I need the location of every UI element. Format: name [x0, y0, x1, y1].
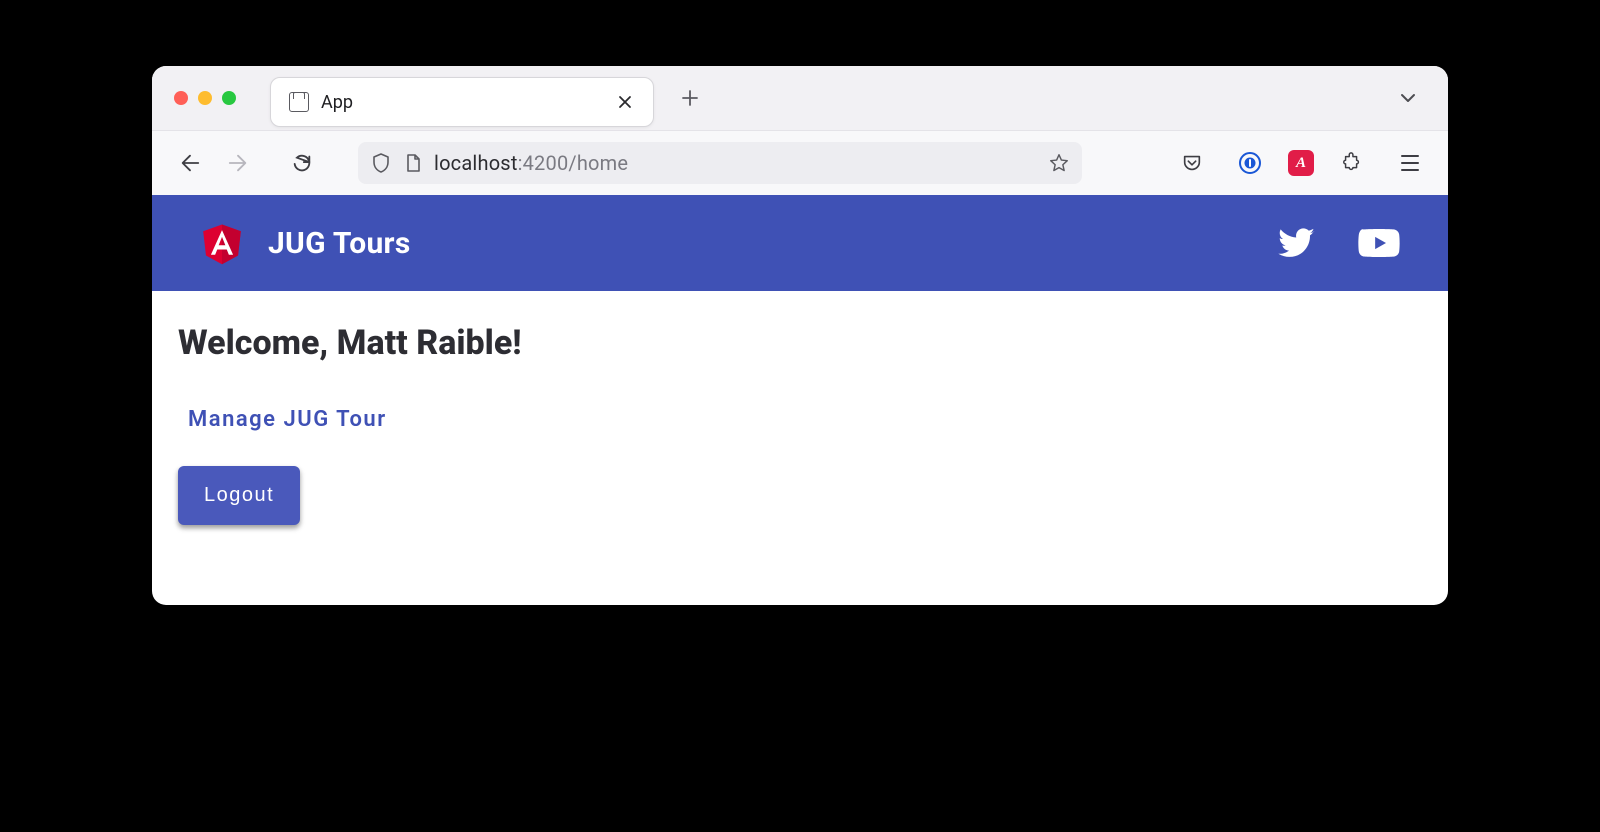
youtube-icon [1358, 228, 1400, 258]
tab-close-button[interactable] [611, 90, 639, 114]
new-tab-button[interactable] [670, 78, 710, 118]
browser-toolbar: localhost:4200/home [152, 130, 1448, 195]
logout-button[interactable]: Logout [178, 466, 300, 525]
url-bar[interactable]: localhost:4200/home [358, 142, 1082, 184]
close-icon [617, 94, 633, 110]
nav-reload-button[interactable] [282, 143, 322, 183]
onepassword-button[interactable] [1230, 143, 1270, 183]
browser-window: App [152, 66, 1448, 605]
window-controls [174, 91, 236, 105]
app-menu-button[interactable] [1390, 143, 1430, 183]
manage-jug-tour-link[interactable]: Manage JUG Tour [188, 407, 387, 432]
toolbar-right-icons: A [1172, 143, 1430, 183]
youtube-link[interactable] [1358, 228, 1400, 258]
window-minimize-button[interactable] [198, 91, 212, 105]
angular-devtools-icon: A [1296, 155, 1306, 172]
browser-tabstrip: App [152, 66, 1448, 130]
nav-back-button[interactable] [170, 143, 210, 183]
extensions-button[interactable] [1332, 143, 1372, 183]
bookmark-button[interactable] [1048, 152, 1070, 174]
angular-devtools-button[interactable]: A [1288, 150, 1314, 176]
twitter-icon [1278, 224, 1316, 262]
arrow-left-icon [179, 152, 201, 174]
app-header: JUG Tours [152, 195, 1448, 291]
welcome-heading: Welcome, Matt Raible! [178, 323, 1422, 363]
chevron-down-icon [1398, 88, 1418, 108]
angular-logo-icon [200, 219, 244, 267]
hamburger-icon [1400, 154, 1420, 172]
app-title: JUG Tours [268, 226, 411, 261]
page-content: Welcome, Matt Raible! Manage JUG Tour Lo… [152, 291, 1448, 605]
window-zoom-button[interactable] [222, 91, 236, 105]
tab-favicon-icon [289, 92, 309, 112]
url-host: localhost [434, 151, 518, 175]
reload-icon [291, 152, 313, 174]
pocket-button[interactable] [1172, 143, 1212, 183]
tabs-overflow-button[interactable] [1390, 80, 1426, 116]
twitter-link[interactable] [1278, 224, 1316, 262]
nav-forward-button[interactable] [218, 143, 258, 183]
url-path: :4200/home [518, 151, 629, 175]
browser-tab-active[interactable]: App [270, 77, 654, 127]
tab-title: App [321, 92, 353, 113]
arrow-right-icon [227, 152, 249, 174]
shield-icon [370, 153, 392, 173]
star-icon [1048, 152, 1070, 174]
onepassword-icon [1238, 151, 1262, 175]
page-icon [402, 153, 424, 173]
puzzle-icon [1341, 152, 1363, 174]
window-close-button[interactable] [174, 91, 188, 105]
plus-icon [681, 89, 699, 107]
header-social-links [1278, 224, 1400, 262]
url-text: localhost:4200/home [434, 151, 628, 175]
pocket-icon [1181, 152, 1203, 174]
